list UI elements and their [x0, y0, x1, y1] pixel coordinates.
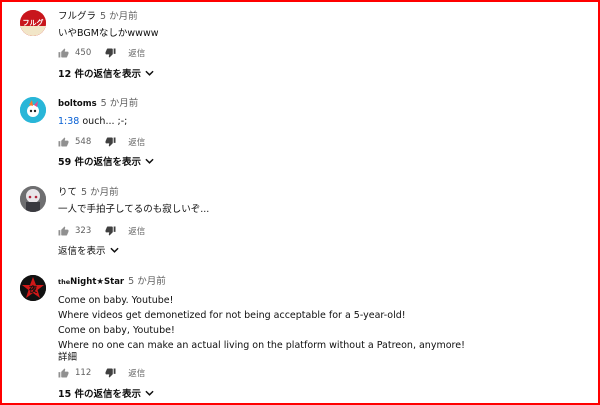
svg-text:フルグ: フルグ: [23, 18, 44, 27]
comment-line: Where videos get demonetized for not bei…: [58, 310, 406, 321]
thumbs-up-icon[interactable]: [58, 226, 69, 236]
thumbs-down-icon[interactable]: [105, 368, 116, 378]
view-replies-button[interactable]: 15 件の返信を表示: [58, 386, 154, 400]
comment-header: boltoms 5 か月前: [58, 97, 588, 111]
comment-text: 1:38 ouch... ;-;: [58, 114, 588, 129]
comment-time[interactable]: 5 か月前: [81, 187, 119, 198]
reply-button[interactable]: 返信: [128, 47, 145, 59]
like-count: 548: [75, 137, 92, 147]
comment-line: Come on baby, Youtube!: [58, 325, 175, 336]
comment-header: りて 5 か月前: [58, 186, 588, 199]
author-name[interactable]: theNight★Star: [58, 277, 124, 287]
comment-time[interactable]: 5 か月前: [100, 11, 138, 22]
view-replies-label: 12 件の返信を表示: [58, 69, 142, 80]
chevron-down-icon: [109, 247, 119, 253]
comment-text: Come on baby. Youtube! Where videos get …: [58, 293, 588, 365]
svg-text:夜: 夜: [28, 284, 38, 294]
chevron-down-icon: [145, 158, 154, 164]
chevron-down-icon: [145, 70, 154, 76]
avatar-image: 夜: [20, 275, 46, 301]
thumbs-down-icon[interactable]: [105, 226, 116, 236]
avatar[interactable]: 夜: [20, 275, 46, 301]
author-name[interactable]: boltoms: [58, 99, 97, 109]
thumbs-down-icon[interactable]: [105, 137, 116, 147]
comment-header: フルグラ 5 か月前: [58, 10, 588, 23]
comment-text: いやBGMなしかwwww: [58, 28, 159, 39]
thumbs-up-icon[interactable]: [58, 48, 69, 58]
avatar[interactable]: フルグ: [20, 10, 46, 36]
reply-button[interactable]: 返信: [128, 136, 145, 148]
chevron-down-icon: [145, 390, 154, 396]
thumbs-down-icon[interactable]: [105, 48, 116, 58]
comment-header: theNight★Star 5 か月前: [58, 275, 588, 289]
like-count: 323: [75, 226, 92, 236]
comment-time[interactable]: 5 か月前: [128, 276, 166, 287]
avatar[interactable]: [20, 97, 46, 123]
like-count: 450: [75, 48, 92, 58]
comment-actions: 450 返信: [58, 46, 145, 60]
comment-line: Come on baby. Youtube!: [58, 295, 174, 306]
view-replies-button[interactable]: 12 件の返信を表示: [58, 66, 154, 80]
comment-text: 一人で手拍子してるのも寂しいぞ...: [58, 204, 210, 215]
reply-button[interactable]: 返信: [128, 225, 145, 237]
like-count: 112: [75, 368, 92, 378]
reply-button[interactable]: 返信: [128, 367, 145, 379]
comment-actions: 548 返信: [58, 135, 145, 149]
author-name[interactable]: りて: [58, 187, 77, 198]
avatar-image: [20, 186, 46, 212]
timestamp-link[interactable]: 1:38: [58, 116, 79, 127]
view-replies-label: 15 件の返信を表示: [58, 389, 142, 400]
avatar[interactable]: [20, 186, 46, 212]
view-replies-button[interactable]: 59 件の返信を表示: [58, 154, 154, 168]
comment-text-body: ouch... ;-;: [79, 116, 128, 127]
view-replies-button[interactable]: 返信を表示: [58, 243, 119, 257]
comment-actions: 323 返信: [58, 224, 145, 238]
author-name[interactable]: フルグラ: [58, 11, 96, 22]
thumbs-up-icon[interactable]: [58, 368, 69, 378]
view-replies-label: 59 件の返信を表示: [58, 157, 142, 168]
comment-time[interactable]: 5 か月前: [101, 98, 139, 109]
avatar-image: フルグ: [20, 10, 46, 36]
comment-actions: 112 返信: [58, 366, 145, 380]
avatar-image: [20, 97, 46, 123]
comments-panel: フルグ フルグラ 5 か月前 いやBGMなしかwwww 450 返信 12 件の返…: [0, 0, 600, 405]
thumbs-up-icon[interactable]: [58, 137, 69, 147]
view-replies-label: 返信を表示: [58, 246, 106, 257]
